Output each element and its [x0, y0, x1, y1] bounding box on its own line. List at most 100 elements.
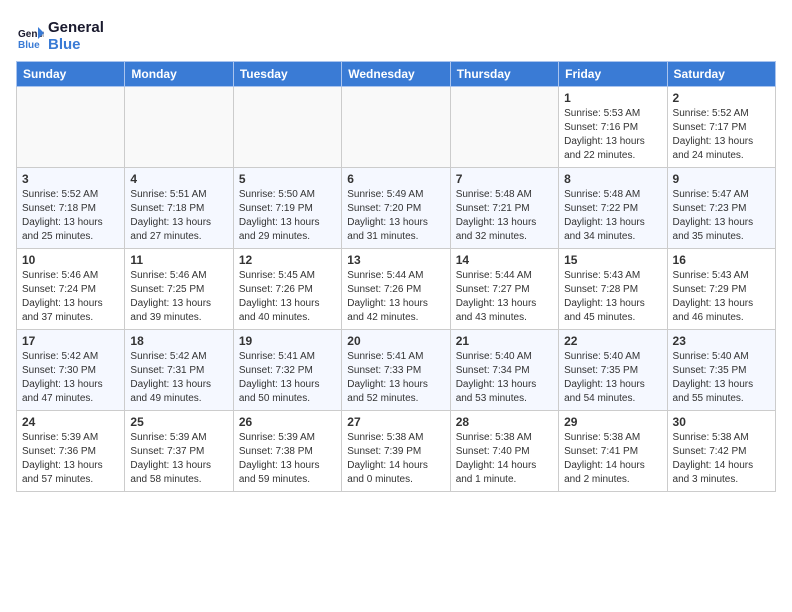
calendar-cell: 14 Sunrise: 5:44 AM Sunset: 7:27 PM Dayli…: [450, 249, 558, 330]
calendar-cell: 26 Sunrise: 5:39 AM Sunset: 7:38 PM Dayli…: [233, 411, 341, 492]
day-number: 16: [673, 253, 770, 267]
calendar-cell: 4 Sunrise: 5:51 AM Sunset: 7:18 PM Daylig…: [125, 168, 233, 249]
day-number: 24: [22, 415, 119, 429]
calendar-cell: 1 Sunrise: 5:53 AM Sunset: 7:16 PM Daylig…: [559, 87, 667, 168]
day-number: 18: [130, 334, 227, 348]
logo-text-blue: Blue: [48, 37, 104, 54]
calendar-cell: 15 Sunrise: 5:43 AM Sunset: 7:28 PM Dayli…: [559, 249, 667, 330]
day-number: 8: [564, 172, 661, 186]
day-info: Sunrise: 5:39 AM Sunset: 7:37 PM Dayligh…: [130, 431, 227, 487]
weekday-header: Sunday: [17, 62, 125, 87]
svg-text:Blue: Blue: [18, 40, 40, 51]
calendar-cell: [125, 87, 233, 168]
calendar-cell: 9 Sunrise: 5:47 AM Sunset: 7:23 PM Daylig…: [667, 168, 775, 249]
day-info: Sunrise: 5:42 AM Sunset: 7:30 PM Dayligh…: [22, 350, 119, 406]
calendar-cell: 18 Sunrise: 5:42 AM Sunset: 7:31 PM Dayli…: [125, 330, 233, 411]
day-info: Sunrise: 5:40 AM Sunset: 7:35 PM Dayligh…: [673, 350, 770, 406]
day-number: 19: [239, 334, 336, 348]
calendar-cell: 7 Sunrise: 5:48 AM Sunset: 7:21 PM Daylig…: [450, 168, 558, 249]
day-info: Sunrise: 5:47 AM Sunset: 7:23 PM Dayligh…: [673, 188, 770, 244]
day-info: Sunrise: 5:51 AM Sunset: 7:18 PM Dayligh…: [130, 188, 227, 244]
day-info: Sunrise: 5:42 AM Sunset: 7:31 PM Dayligh…: [130, 350, 227, 406]
calendar-cell: 21Sunrise: 5:40 AM Sunset: 7:34 PM Dayli…: [450, 330, 558, 411]
day-info: Sunrise: 5:44 AM Sunset: 7:27 PM Dayligh…: [456, 269, 553, 325]
day-number: 1: [564, 91, 661, 105]
day-info: Sunrise: 5:46 AM Sunset: 7:25 PM Dayligh…: [130, 269, 227, 325]
day-info: Sunrise: 5:41 AM Sunset: 7:33 PM Dayligh…: [347, 350, 444, 406]
day-number: 10: [22, 253, 119, 267]
day-info: Sunrise: 5:48 AM Sunset: 7:21 PM Dayligh…: [456, 188, 553, 244]
calendar-cell: 28 Sunrise: 5:38 AM Sunset: 7:40 PM Dayli…: [450, 411, 558, 492]
day-number: 22: [564, 334, 661, 348]
weekday-header: Thursday: [450, 62, 558, 87]
calendar-cell: 11Sunrise: 5:46 AM Sunset: 7:25 PM Dayli…: [125, 249, 233, 330]
calendar-cell: 19 Sunrise: 5:41 AM Sunset: 7:32 PM Dayli…: [233, 330, 341, 411]
day-info: Sunrise: 5:43 AM Sunset: 7:29 PM Dayligh…: [673, 269, 770, 325]
calendar-cell: 3 Sunrise: 5:52 AM Sunset: 7:18 PM Daylig…: [17, 168, 125, 249]
calendar-cell: 22 Sunrise: 5:40 AM Sunset: 7:35 PM Dayli…: [559, 330, 667, 411]
day-number: 6: [347, 172, 444, 186]
day-info: Sunrise: 5:46 AM Sunset: 7:24 PM Dayligh…: [22, 269, 119, 325]
day-info: Sunrise: 5:38 AM Sunset: 7:40 PM Dayligh…: [456, 431, 553, 487]
day-info: Sunrise: 5:52 AM Sunset: 7:17 PM Dayligh…: [673, 107, 770, 163]
day-number: 15: [564, 253, 661, 267]
logo-icon: General Blue: [16, 23, 44, 51]
day-info: Sunrise: 5:38 AM Sunset: 7:42 PM Dayligh…: [673, 431, 770, 487]
calendar-week-row: 10 Sunrise: 5:46 AM Sunset: 7:24 PM Dayli…: [17, 249, 776, 330]
day-info: Sunrise: 5:52 AM Sunset: 7:18 PM Dayligh…: [22, 188, 119, 244]
day-number: 2: [673, 91, 770, 105]
calendar-header-row: SundayMondayTuesdayWednesdayThursdayFrid…: [17, 62, 776, 87]
calendar-cell: [233, 87, 341, 168]
day-number: 17: [22, 334, 119, 348]
day-info: Sunrise: 5:41 AM Sunset: 7:32 PM Dayligh…: [239, 350, 336, 406]
day-number: 20: [347, 334, 444, 348]
day-number: 4: [130, 172, 227, 186]
calendar-cell: [342, 87, 450, 168]
day-info: Sunrise: 5:39 AM Sunset: 7:38 PM Dayligh…: [239, 431, 336, 487]
day-info: Sunrise: 5:49 AM Sunset: 7:20 PM Dayligh…: [347, 188, 444, 244]
day-number: 7: [456, 172, 553, 186]
day-info: Sunrise: 5:40 AM Sunset: 7:34 PM Dayligh…: [456, 350, 553, 406]
day-info: Sunrise: 5:39 AM Sunset: 7:36 PM Dayligh…: [22, 431, 119, 487]
day-info: Sunrise: 5:48 AM Sunset: 7:22 PM Dayligh…: [564, 188, 661, 244]
calendar-cell: 17 Sunrise: 5:42 AM Sunset: 7:30 PM Dayli…: [17, 330, 125, 411]
weekday-header: Friday: [559, 62, 667, 87]
calendar-cell: 8 Sunrise: 5:48 AM Sunset: 7:22 PM Daylig…: [559, 168, 667, 249]
calendar-cell: 10 Sunrise: 5:46 AM Sunset: 7:24 PM Dayli…: [17, 249, 125, 330]
weekday-header: Saturday: [667, 62, 775, 87]
day-info: Sunrise: 5:44 AM Sunset: 7:26 PM Dayligh…: [347, 269, 444, 325]
calendar-cell: 16 Sunrise: 5:43 AM Sunset: 7:29 PM Dayli…: [667, 249, 775, 330]
day-number: 14: [456, 253, 553, 267]
calendar-cell: 24 Sunrise: 5:39 AM Sunset: 7:36 PM Dayli…: [17, 411, 125, 492]
day-info: Sunrise: 5:43 AM Sunset: 7:28 PM Dayligh…: [564, 269, 661, 325]
calendar-cell: 20 Sunrise: 5:41 AM Sunset: 7:33 PM Dayli…: [342, 330, 450, 411]
calendar-week-row: 17 Sunrise: 5:42 AM Sunset: 7:30 PM Dayli…: [17, 330, 776, 411]
calendar-cell: 29 Sunrise: 5:38 AM Sunset: 7:41 PM Dayli…: [559, 411, 667, 492]
logo-text-general: General: [48, 20, 104, 37]
calendar-week-row: 24 Sunrise: 5:39 AM Sunset: 7:36 PM Dayli…: [17, 411, 776, 492]
calendar-cell: 12Sunrise: 5:45 AM Sunset: 7:26 PM Dayli…: [233, 249, 341, 330]
calendar-cell: 6 Sunrise: 5:49 AM Sunset: 7:20 PM Daylig…: [342, 168, 450, 249]
day-number: 29: [564, 415, 661, 429]
calendar-cell: 25 Sunrise: 5:39 AM Sunset: 7:37 PM Dayli…: [125, 411, 233, 492]
calendar-cell: [17, 87, 125, 168]
day-number: 12: [239, 253, 336, 267]
day-number: 30: [673, 415, 770, 429]
calendar-cell: 5Sunrise: 5:50 AM Sunset: 7:19 PM Daylig…: [233, 168, 341, 249]
calendar-cell: 13 Sunrise: 5:44 AM Sunset: 7:26 PM Dayli…: [342, 249, 450, 330]
day-number: 28: [456, 415, 553, 429]
logo: General Blue General Blue: [16, 20, 104, 53]
calendar-week-row: 3 Sunrise: 5:52 AM Sunset: 7:18 PM Daylig…: [17, 168, 776, 249]
day-number: 3: [22, 172, 119, 186]
weekday-header: Monday: [125, 62, 233, 87]
day-info: Sunrise: 5:53 AM Sunset: 7:16 PM Dayligh…: [564, 107, 661, 163]
day-number: 25: [130, 415, 227, 429]
day-number: 9: [673, 172, 770, 186]
day-info: Sunrise: 5:40 AM Sunset: 7:35 PM Dayligh…: [564, 350, 661, 406]
day-info: Sunrise: 5:38 AM Sunset: 7:41 PM Dayligh…: [564, 431, 661, 487]
day-info: Sunrise: 5:38 AM Sunset: 7:39 PM Dayligh…: [347, 431, 444, 487]
day-number: 27: [347, 415, 444, 429]
day-number: 26: [239, 415, 336, 429]
calendar-cell: 2 Sunrise: 5:52 AM Sunset: 7:17 PM Daylig…: [667, 87, 775, 168]
day-number: 13: [347, 253, 444, 267]
